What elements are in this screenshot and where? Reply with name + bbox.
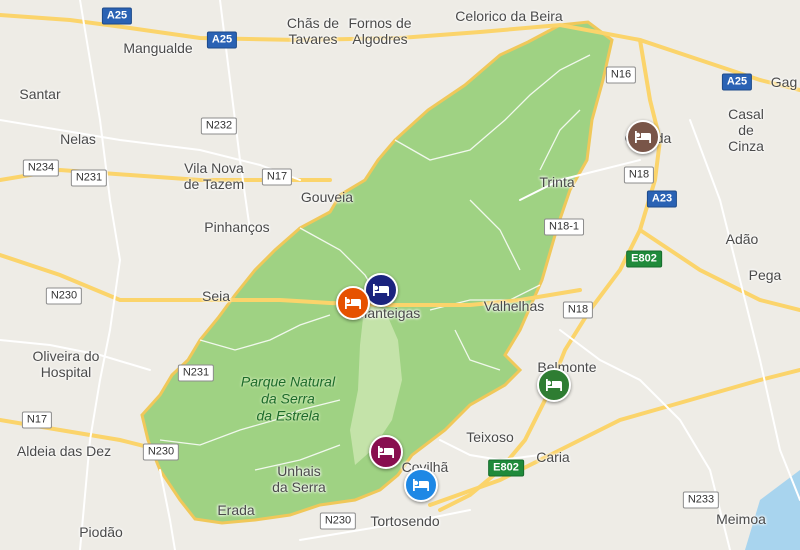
place-label-teixoso: Teixoso [466,429,514,445]
road-shield-n18: N18 [562,301,594,319]
park-label: Parque Natural da Serra da Estrela [240,373,336,424]
road-shield-n230: N230 [45,287,83,305]
road-shield-n231: N231 [70,169,108,187]
road-shield-a25: A25 [721,73,753,91]
place-label-aldeia-das-dez: Aldeia das Dez [16,443,112,459]
road-shield-n16: N16 [605,66,637,84]
road-shield-n18-1: N18-1 [544,218,584,236]
road-shield-a23: A23 [646,190,678,208]
place-label-adao: Adão [725,231,759,247]
bed-icon [413,479,429,491]
basemap [0,0,800,550]
place-label-nelas: Nelas [60,131,96,147]
place-label-valhelhas: Valhelhas [483,298,545,314]
road-shield-n230: N230 [319,512,357,530]
place-label-caria: Caria [536,449,570,465]
place-label-meimoa: Meimoa [716,511,766,527]
hotel-marker-guarda[interactable] [626,120,660,154]
road-shield-e802: E802 [626,250,662,268]
bed-icon [373,284,389,296]
hotel-marker-covilha-purple[interactable] [369,435,403,469]
place-label-gouveia: Gouveia [300,189,354,205]
bed-icon [345,297,361,309]
place-label-pega: Pega [748,267,782,283]
place-label-gag: Gag [770,74,798,90]
place-label-fornos-de-algodres: Fornos de Algodres [348,15,412,47]
place-label-chas-de-tavares: Chãs de Tavares [286,15,340,47]
road-shield-n232: N232 [200,117,238,135]
road-shield-e802: E802 [488,459,524,477]
place-label-piodao: Piodão [79,524,123,540]
bed-icon [546,379,562,391]
road-shield-n17: N17 [21,411,53,429]
road-shield-n17: N17 [261,168,293,186]
road-shield-a25: A25 [101,7,133,25]
hotel-marker-manteigas-orange[interactable] [336,286,370,320]
road-shield-a25: A25 [206,31,238,49]
place-label-vila-nova-de-tazem: Vila Nova de Tazem [183,160,245,192]
hotel-marker-covilha-blue[interactable] [404,468,438,502]
place-label-celorico-da-beira: Celorico da Beira [455,8,563,24]
place-label-tortosendo: Tortosendo [370,513,440,529]
road-shield-n18: N18 [623,166,655,184]
road-shield-n230: N230 [142,443,180,461]
place-label-erada: Erada [217,502,255,518]
road-shield-n231: N231 [177,364,215,382]
place-label-trinta: Trinta [539,174,575,190]
place-label-oliveira-do-hospital: Oliveira do Hospital [32,348,100,380]
place-label-seia: Seia [201,288,231,304]
place-label-mangualde: Mangualde [123,40,193,56]
road-shield-n234: N234 [22,159,60,177]
place-label-pinhancos: Pinhanços [204,219,270,235]
place-label-santar: Santar [19,86,61,102]
map-view[interactable]: Celorico da Beira Chãs de Tavares Fornos… [0,0,800,550]
road-shield-n233: N233 [682,491,720,509]
place-label-unhais-da-serra: Unhais da Serra [272,463,326,495]
bed-icon [378,446,394,458]
place-label-casal-de-cinza: Casal de Cinza [728,106,764,154]
hotel-marker-belmonte[interactable] [537,368,571,402]
bed-icon [635,131,651,143]
